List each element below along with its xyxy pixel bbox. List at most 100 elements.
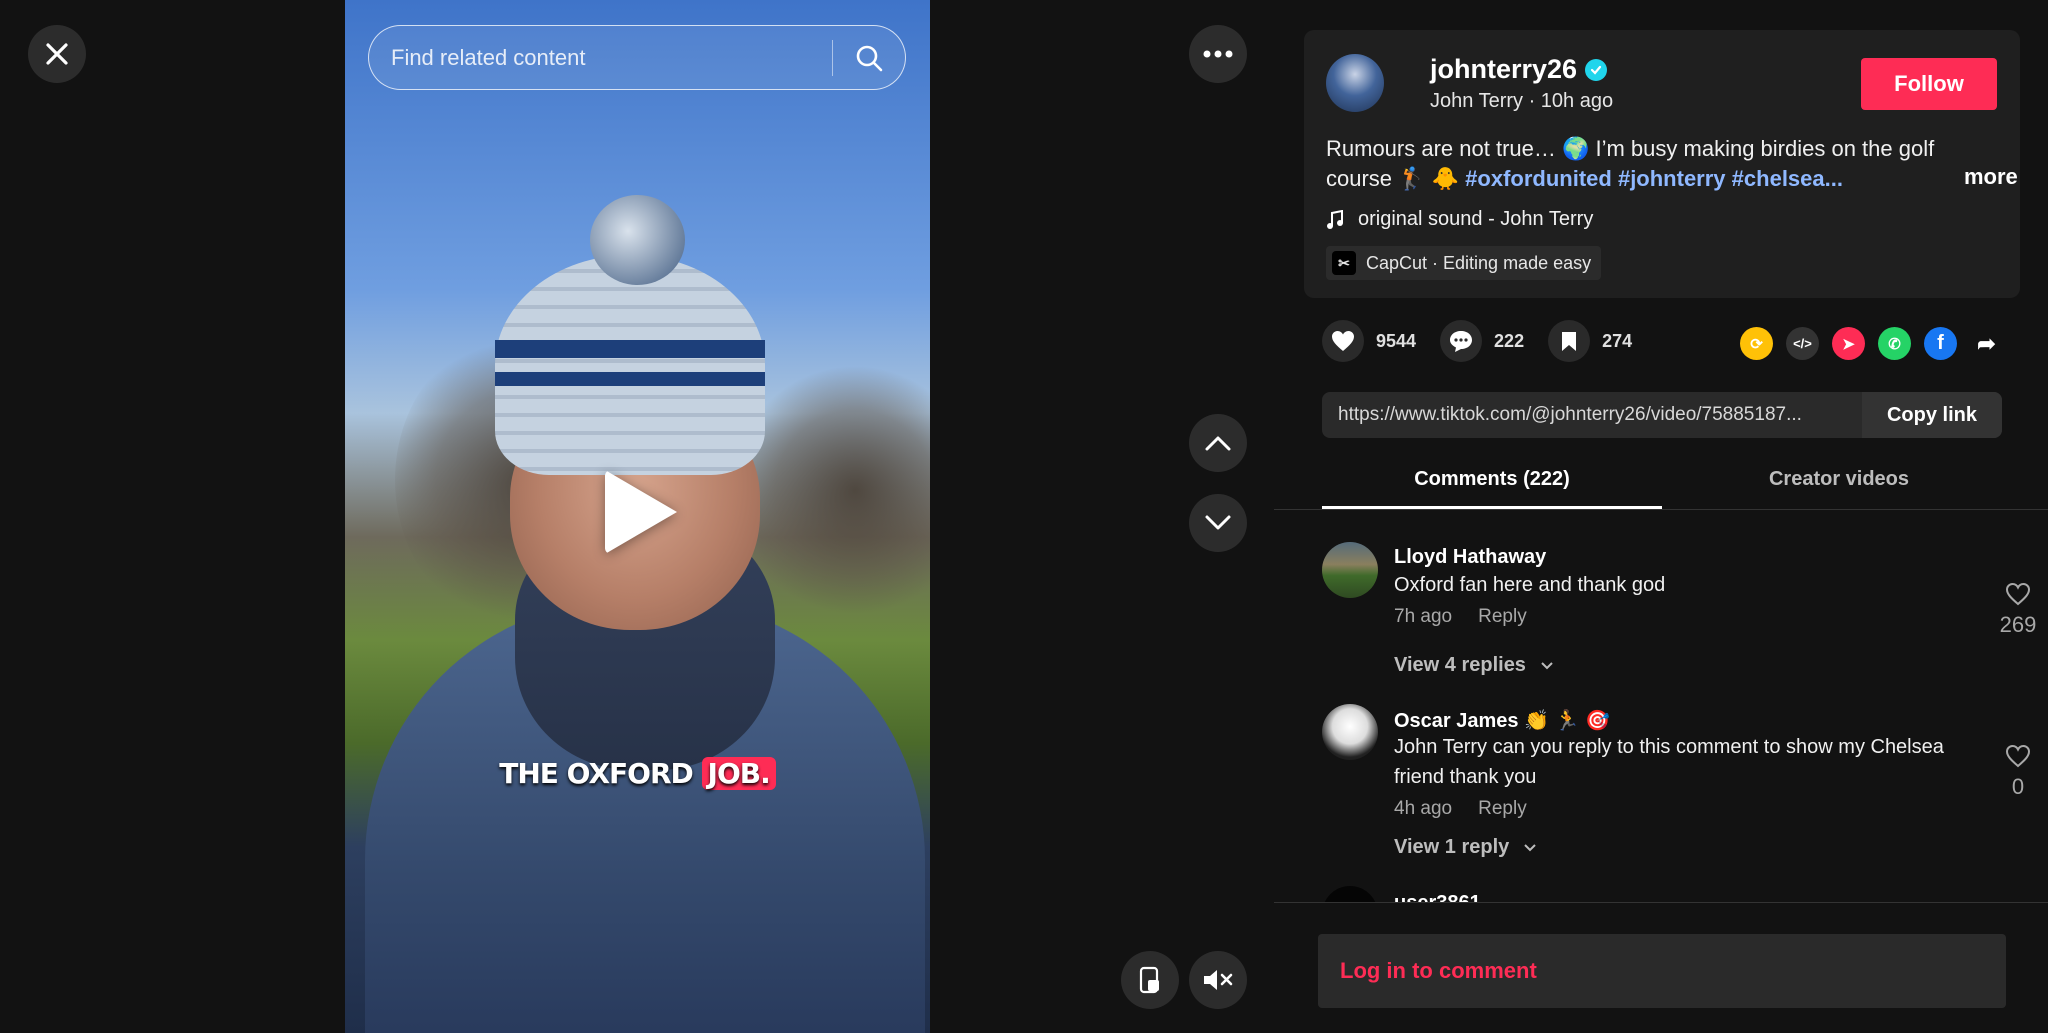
engagement-bar: 9544 222 274 [1322, 320, 1632, 362]
view-replies-button[interactable]: View 1 reply [1394, 836, 1537, 859]
share-link-text[interactable]: https://www.tiktok.com/@johnterry26/vide… [1322, 404, 1862, 426]
author-username[interactable]: johnterry26 [1430, 54, 1608, 85]
capcut-badge[interactable]: ✂ CapCut · Editing made easy [1326, 246, 1602, 280]
footer-divider [1274, 902, 2048, 903]
chevron-down-icon [1524, 844, 1536, 852]
comment-like-button[interactable]: 0 [1998, 744, 2038, 800]
comment-action[interactable]: 222 [1440, 320, 1524, 362]
view-replies-label: View 4 replies [1394, 654, 1526, 676]
more-dots-icon [1203, 50, 1233, 58]
capcut-label: CapCut · Editing made easy [1366, 252, 1592, 273]
sound-label: original sound - John Terry [1358, 208, 1594, 230]
save-count: 274 [1602, 330, 1633, 351]
hat-pompom [590, 195, 685, 285]
hashtag-link[interactable]: #oxfordunited [1465, 166, 1612, 191]
comment-icon [1450, 331, 1473, 352]
person-hat [495, 255, 765, 475]
video-stage: THE OXFORD JOB. [0, 0, 1274, 1033]
like-count: 9544 [1376, 330, 1417, 351]
chevron-down-icon [1205, 515, 1231, 530]
search-input[interactable] [369, 44, 832, 71]
author-subline: John Terry · 10h ago [1430, 90, 1614, 112]
comment-like-count: 269 [1999, 612, 2037, 637]
post-description: Rumours are not true… 🌍 I’m busy making … [1326, 134, 1946, 194]
comment-text: Oxford fan here and thank god [1394, 574, 1666, 596]
comment-like-count: 0 [2011, 774, 2025, 799]
mute-button[interactable] [1189, 951, 1247, 1009]
next-video-button[interactable] [1189, 494, 1247, 552]
commenter-name[interactable]: Lloyd Hathaway [1394, 546, 1546, 569]
copy-link-button[interactable]: Copy link [1862, 392, 2002, 438]
capcut-icon: ✂ [1332, 251, 1356, 275]
video-player[interactable]: THE OXFORD JOB. [345, 0, 930, 1033]
share-arrow-icon[interactable]: ➦ [1970, 327, 2003, 360]
display-name: John Terry [1430, 90, 1524, 112]
caption-highlight: JOB. [701, 757, 776, 790]
login-to-comment[interactable]: Log in to comment [1318, 934, 2006, 1008]
play-icon[interactable] [605, 470, 677, 554]
video-caption: THE OXFORD JOB. [345, 757, 930, 790]
comment-meta: 4h ago Reply [1394, 798, 1527, 820]
heart-outline-icon [2005, 582, 2031, 606]
view-replies-label: View 1 reply [1394, 836, 1510, 858]
chevron-up-icon [1205, 436, 1231, 451]
author-avatar[interactable] [1326, 54, 1384, 112]
comment-like-button[interactable]: 269 [1998, 582, 2038, 638]
tab-comments[interactable]: Comments (222) [1322, 468, 1662, 491]
reply-button[interactable]: Reply [1478, 606, 1527, 627]
muted-speaker-icon [1204, 970, 1233, 990]
post-card: johnterry26 John Terry · 10h ago Follow … [1304, 30, 2020, 298]
commenter-name[interactable]: Oscar James 👏 🏃 🎯 [1394, 708, 1610, 733]
comment-text: John Terry can you reply to this comment… [1394, 736, 1944, 788]
follow-button[interactable]: Follow [1861, 58, 1997, 110]
previous-video-button[interactable] [1189, 414, 1247, 472]
whatsapp-icon[interactable]: ✆ [1878, 327, 1911, 360]
facebook-icon[interactable]: f [1924, 327, 1957, 360]
sound-link[interactable]: original sound - John Terry [1326, 208, 1593, 231]
verified-icon [1585, 58, 1608, 81]
heart-icon [1332, 331, 1354, 351]
repost-icon[interactable]: ⟳ [1740, 327, 1773, 360]
chevron-down-icon [1540, 662, 1553, 670]
share-link-box: https://www.tiktok.com/@johnterry26/vide… [1322, 392, 2002, 438]
post-time: 10h ago [1540, 90, 1614, 112]
floating-player-button[interactable] [1121, 951, 1179, 1009]
comment-time: 7h ago [1394, 606, 1453, 627]
commenter-avatar[interactable] [1322, 542, 1378, 598]
commenter-name[interactable]: user3861 [1394, 892, 1481, 902]
username-text: johnterry26 [1430, 54, 1578, 84]
comment-meta: 7h ago Reply [1394, 606, 1527, 628]
hat-stripe [495, 340, 765, 358]
commenter-avatar[interactable] [1322, 704, 1378, 760]
hat-stripe [495, 372, 765, 386]
bookmark-icon [1562, 332, 1577, 351]
reply-button[interactable]: Reply [1478, 798, 1527, 819]
music-note-icon [1327, 209, 1343, 229]
like-action[interactable]: 9544 [1322, 320, 1416, 362]
comment-time: 4h ago [1394, 798, 1453, 819]
tab-creator-videos[interactable]: Creator videos [1674, 468, 2004, 491]
commenter-avatar[interactable] [1322, 886, 1378, 902]
share-buttons: ⟳ </> ➤ ✆ f ➦ [1740, 327, 2003, 360]
more-options-button[interactable] [1189, 25, 1247, 83]
comment-count: 222 [1494, 330, 1525, 351]
floating-player-icon [1139, 966, 1159, 994]
details-panel: johnterry26 John Terry · 10h ago Follow … [1274, 0, 2048, 1033]
heart-outline-icon [2005, 744, 2031, 768]
close-button[interactable] [28, 25, 86, 83]
embed-icon[interactable]: </> [1786, 327, 1819, 360]
send-icon[interactable]: ➤ [1832, 327, 1865, 360]
comments-list: Lloyd Hathaway Oxford fan here and thank… [1274, 512, 2048, 902]
close-icon [46, 43, 68, 65]
view-replies-button[interactable]: View 4 replies [1394, 654, 1554, 677]
hashtag-link[interactable]: #chelsea... [1732, 166, 1843, 191]
search-button[interactable] [833, 44, 905, 72]
hashtag-link[interactable]: #johnterry [1618, 166, 1726, 191]
search-icon [856, 45, 883, 71]
search-bar[interactable] [368, 25, 906, 90]
active-tab-indicator [1322, 506, 1662, 509]
caption-text: THE OXFORD [499, 757, 702, 790]
save-action[interactable]: 274 [1548, 320, 1632, 362]
panel-tabs: Comments (222) Creator videos [1274, 450, 2048, 510]
more-button[interactable]: more [1964, 164, 2018, 190]
